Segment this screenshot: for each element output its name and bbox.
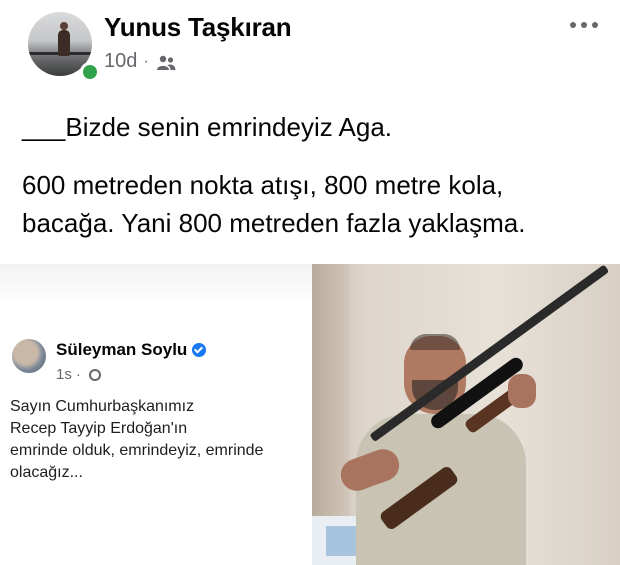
embedded-time: 1s	[56, 366, 72, 383]
post-text-line: bacağa. Yani 800 metreden fazla yaklaşma…	[22, 208, 526, 238]
post-time[interactable]: 10d	[104, 50, 137, 73]
embedded-author-row: Süleyman Soylu	[56, 340, 207, 360]
embedded-meta: 1s ·	[56, 366, 101, 383]
embedded-text-line: emrinde olduk, emrindeyiz, emrinde	[10, 442, 264, 459]
embedded-text-line: olacağız...	[10, 464, 83, 481]
verified-badge-icon	[192, 343, 207, 357]
post-meta: 10d ·	[104, 50, 177, 73]
avatar-person	[58, 22, 70, 56]
embedded-text-line: Sayın Cumhurbaşkanımız	[10, 398, 195, 415]
friends-icon[interactable]	[155, 54, 177, 70]
more-dots-icon[interactable]	[566, 16, 602, 40]
post-media[interactable]: Süleyman Soylu 1s · Sayın Cumhurbaşkanım…	[0, 264, 620, 565]
author-name[interactable]: Yunus Taşkıran	[104, 12, 292, 43]
post-header: Yunus Taşkıran 10d ·	[18, 10, 602, 82]
photo-right-hand	[508, 374, 536, 408]
embedded-author-avatar	[12, 339, 46, 373]
meta-separator: ·	[143, 52, 149, 70]
man-with-rifle-photo	[312, 264, 620, 565]
embedded-text-line: Recep Tayyip Erdoğan'ın	[10, 420, 188, 437]
embedded-author-name: Süleyman Soylu	[56, 340, 188, 359]
globe-icon	[88, 368, 101, 381]
embedded-text: Sayın Cumhurbaşkanımız Recep Tayyip Erdo…	[10, 396, 300, 484]
embedded-post-screenshot: Süleyman Soylu 1s · Sayın Cumhurbaşkanım…	[0, 264, 312, 565]
screenshot-top-fade	[0, 264, 312, 304]
post-text: ___Bizde senin emrindeyiz Aga. 600 metre…	[22, 108, 602, 242]
embedded-separator: ·	[75, 366, 81, 383]
post-text-line: ___Bizde senin emrindeyiz Aga.	[22, 112, 393, 142]
post-text-line: 600 metreden nokta atışı, 800 metre kola…	[22, 170, 504, 200]
online-status-icon	[80, 62, 100, 82]
author-avatar[interactable]	[28, 12, 100, 82]
